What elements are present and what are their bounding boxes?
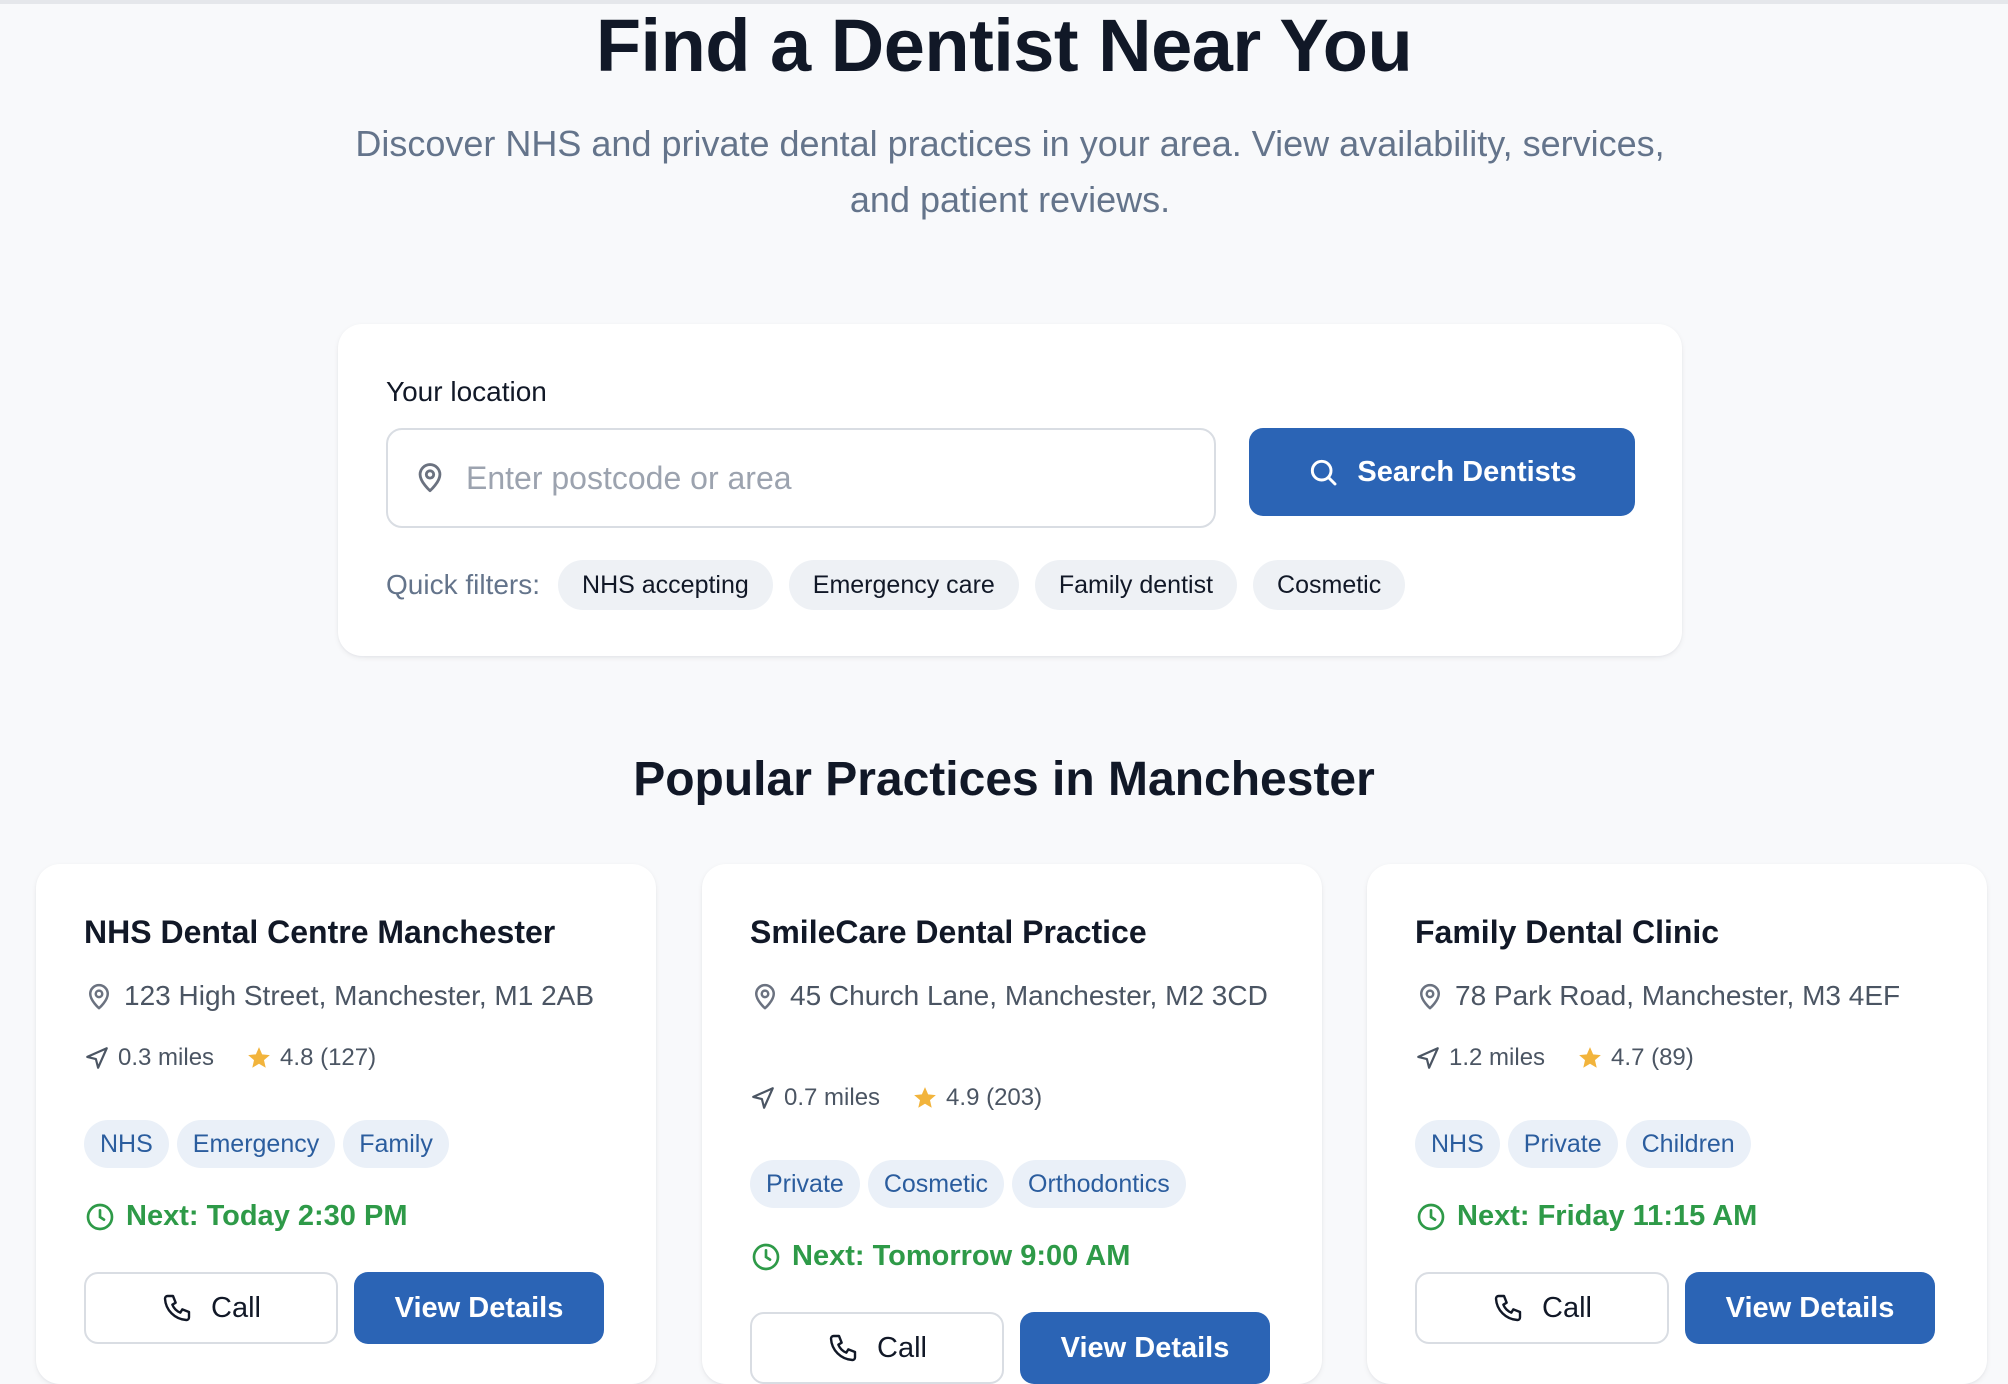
search-button-label: Search Dentists <box>1357 455 1577 488</box>
quick-filters: Quick filters: NHS accepting Emergency c… <box>386 560 1421 610</box>
service-tag: NHS <box>84 1120 169 1168</box>
filter-chip-nhs-accepting[interactable]: NHS accepting <box>558 560 773 610</box>
filter-chip-cosmetic[interactable]: Cosmetic <box>1253 560 1406 610</box>
practice-card: Family Dental Clinic 78 Park Road, Manch… <box>1367 864 1987 1384</box>
next-appointment: Next: Today 2:30 PM <box>84 1200 407 1233</box>
distance-text: 0.7 miles <box>784 1084 881 1111</box>
practice-name: SmileCare Dental Practice <box>750 914 1147 950</box>
phone-icon <box>1494 1294 1522 1322</box>
practice-meta: 0.7 miles 4.9 (203) <box>750 1084 1042 1112</box>
next-appointment: Next: Tomorrow 9:00 AM <box>750 1240 1130 1273</box>
call-button[interactable]: Call <box>1415 1272 1669 1344</box>
star-icon <box>1579 1047 1601 1068</box>
service-tag: Orthodontics <box>1012 1160 1186 1208</box>
page-subtitle: Discover NHS and private dental practice… <box>355 123 1665 220</box>
filter-chip-family-dentist[interactable]: Family dentist <box>1034 560 1238 610</box>
practice-card: NHS Dental Centre Manchester 123 High St… <box>36 864 656 1384</box>
view-details-button[interactable]: View Details <box>1685 1272 1935 1344</box>
phone-icon <box>829 1334 857 1362</box>
clock-icon <box>86 1203 114 1230</box>
call-button-label: Call <box>877 1331 927 1364</box>
practice-card: SmileCare Dental Practice 45 Church Lane… <box>702 864 1322 1384</box>
rating-text: 4.8 (127) <box>280 1044 377 1071</box>
service-tag: Private <box>750 1160 860 1208</box>
navigation-arrow-icon <box>1417 1047 1439 1069</box>
search-dentists-button[interactable]: Search Dentists <box>1249 428 1635 516</box>
location-input[interactable] <box>466 459 1206 497</box>
map-pin-icon <box>412 460 448 496</box>
practice-name: Family Dental Clinic <box>1415 914 1720 950</box>
phone-icon <box>163 1294 191 1322</box>
distance-text: 0.3 miles <box>118 1044 215 1071</box>
search-panel: Your location Search Dentists Quick filt… <box>338 324 1682 656</box>
practice-address: 123 High Street, Manchester, M1 2AB <box>84 976 604 1016</box>
location-input-wrapper[interactable] <box>386 428 1216 528</box>
star-icon <box>914 1087 936 1108</box>
call-button-label: Call <box>1542 1291 1592 1324</box>
address-text: 78 Park Road, Manchester, M3 4EF <box>1455 980 1901 1011</box>
map-pin-icon <box>755 983 775 1010</box>
next-appointment-text: Next: Tomorrow 9:00 AM <box>792 1240 1131 1272</box>
quick-filters-label: Quick filters: <box>386 569 541 600</box>
view-details-button[interactable]: View Details <box>354 1272 604 1344</box>
practice-tags: NHS Private Children <box>1415 1120 1759 1168</box>
next-appointment-text: Next: Friday 11:15 AM <box>1457 1200 1758 1232</box>
practice-address: 78 Park Road, Manchester, M3 4EF <box>1415 976 1935 1016</box>
filter-chip-emergency-care[interactable]: Emergency care <box>788 560 1019 610</box>
practice-name: NHS Dental Centre Manchester <box>84 914 556 950</box>
service-tag: NHS <box>1415 1120 1500 1168</box>
view-details-button[interactable]: View Details <box>1020 1312 1270 1384</box>
map-pin-icon <box>1420 983 1440 1010</box>
map-pin-icon <box>89 983 109 1010</box>
clock-icon <box>1417 1203 1445 1230</box>
service-tag: Children <box>1625 1120 1751 1168</box>
next-appointment: Next: Friday 11:15 AM <box>1415 1200 1757 1233</box>
practice-tags: Private Cosmetic Orthodontics <box>750 1160 1194 1208</box>
practice-tags: NHS Emergency Family <box>84 1120 457 1168</box>
next-appointment-text: Next: Today 2:30 PM <box>126 1200 408 1232</box>
address-text: 45 Church Lane, Manchester, M2 3CD <box>790 980 1268 1011</box>
call-button[interactable]: Call <box>750 1312 1004 1384</box>
rating-text: 4.9 (203) <box>946 1084 1043 1111</box>
distance-text: 1.2 miles <box>1449 1044 1546 1071</box>
service-tag: Family <box>343 1120 449 1168</box>
service-tag: Emergency <box>176 1120 336 1168</box>
practice-meta: 0.3 miles 4.8 (127) <box>84 1044 376 1072</box>
practice-address: 45 Church Lane, Manchester, M2 3CD <box>750 976 1270 1016</box>
star-icon <box>248 1047 270 1068</box>
page-title: Find a Dentist Near You <box>595 4 1413 87</box>
rating-text: 4.7 (89) <box>1611 1044 1694 1071</box>
call-button-label: Call <box>211 1291 261 1324</box>
section-title: Popular Practices in Manchester <box>633 753 1375 806</box>
clock-icon <box>752 1243 780 1270</box>
navigation-arrow-icon <box>86 1047 108 1069</box>
location-label: Your location <box>386 376 547 407</box>
address-text: 123 High Street, Manchester, M1 2AB <box>124 980 595 1011</box>
service-tag: Cosmetic <box>867 1160 1004 1208</box>
service-tag: Private <box>1507 1120 1618 1168</box>
search-icon <box>1311 459 1337 486</box>
call-button[interactable]: Call <box>84 1272 338 1344</box>
navigation-arrow-icon <box>752 1087 774 1109</box>
practice-meta: 1.2 miles 4.7 (89) <box>1415 1044 1694 1072</box>
